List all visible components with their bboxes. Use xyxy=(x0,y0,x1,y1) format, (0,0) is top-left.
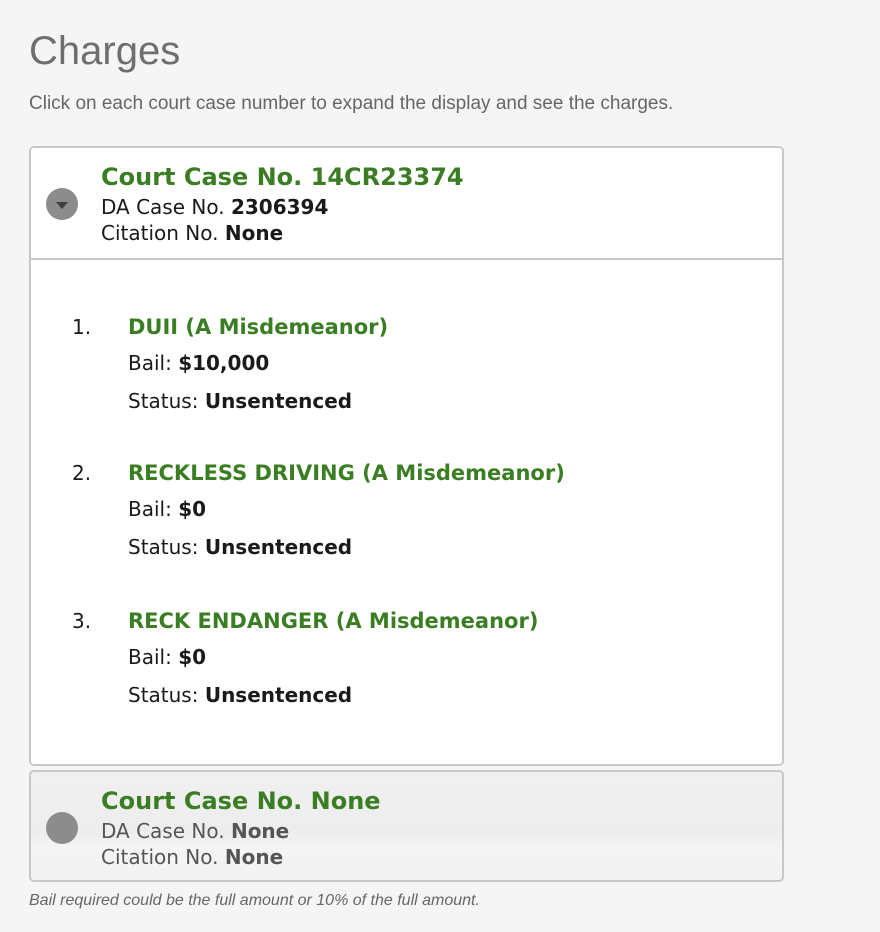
chevron-down-icon[interactable] xyxy=(46,188,78,220)
charge-number: 3. xyxy=(72,609,92,633)
da-case-value: None xyxy=(230,819,290,843)
charge-number: 1. xyxy=(72,315,92,339)
citation-label: Citation No. xyxy=(101,845,219,869)
charge-item: 1. DUII (A Misdemeanor) Bail: $10,000 St… xyxy=(31,314,782,434)
citation-value: None xyxy=(224,845,284,869)
status-label: Status: xyxy=(128,683,199,707)
charge-name: RECK ENDANGER (A Misdemeanor) xyxy=(128,609,539,633)
bail-line: Bail: $10,000 xyxy=(128,350,269,376)
da-case-line: DA Case No. 2306394 xyxy=(101,194,328,220)
status-line: Status: Unsentenced xyxy=(128,534,352,560)
citation-value: None xyxy=(224,221,284,245)
bail-label: Bail: xyxy=(128,645,172,669)
citation-line: Citation No. None xyxy=(101,220,283,246)
status-line: Status: Unsentenced xyxy=(128,388,352,414)
bail-value: $0 xyxy=(178,497,207,521)
bail-footnote: Bail required could be the full amount o… xyxy=(29,892,480,909)
citation-line: Citation No. None xyxy=(101,844,283,870)
da-case-label: DA Case No. xyxy=(101,195,225,219)
da-case-value: 2306394 xyxy=(230,195,329,219)
da-case-label: DA Case No. xyxy=(101,819,225,843)
court-case-panel: Court Case No. 14CR23374 DA Case No. 230… xyxy=(29,146,784,766)
charge-number: 2. xyxy=(72,461,92,485)
court-case-number-link[interactable]: Court Case No. None xyxy=(101,786,381,816)
page-title: Charges xyxy=(29,29,181,73)
court-case-number-link[interactable]: Court Case No. 14CR23374 xyxy=(101,162,464,192)
citation-label: Citation No. xyxy=(101,221,219,245)
da-case-line: DA Case No. None xyxy=(101,818,289,844)
status-label: Status: xyxy=(128,389,199,413)
status-value: Unsentenced xyxy=(204,683,353,707)
court-case-header[interactable]: Court Case No. None DA Case No. None Cit… xyxy=(31,772,782,884)
page-instructions: Click on each court case number to expan… xyxy=(29,93,674,114)
bail-line: Bail: $0 xyxy=(128,644,206,670)
court-case-panel: Court Case No. None DA Case No. None Cit… xyxy=(29,770,784,882)
status-value: Unsentenced xyxy=(204,389,353,413)
court-case-header[interactable]: Court Case No. 14CR23374 DA Case No. 230… xyxy=(31,148,782,260)
bail-value: $0 xyxy=(178,645,207,669)
bail-label: Bail: xyxy=(128,351,172,375)
bail-label: Bail: xyxy=(128,497,172,521)
charge-item: 3. RECK ENDANGER (A Misdemeanor) Bail: $… xyxy=(31,608,782,728)
charge-name: RECKLESS DRIVING (A Misdemeanor) xyxy=(128,461,565,485)
charge-item: 2. RECKLESS DRIVING (A Misdemeanor) Bail… xyxy=(31,460,782,580)
status-value: Unsentenced xyxy=(204,535,353,559)
status-line: Status: Unsentenced xyxy=(128,682,352,708)
circle-icon[interactable] xyxy=(46,812,78,844)
bail-value: $10,000 xyxy=(178,351,270,375)
bail-line: Bail: $0 xyxy=(128,496,206,522)
status-label: Status: xyxy=(128,535,199,559)
charge-name: DUII (A Misdemeanor) xyxy=(128,315,389,339)
